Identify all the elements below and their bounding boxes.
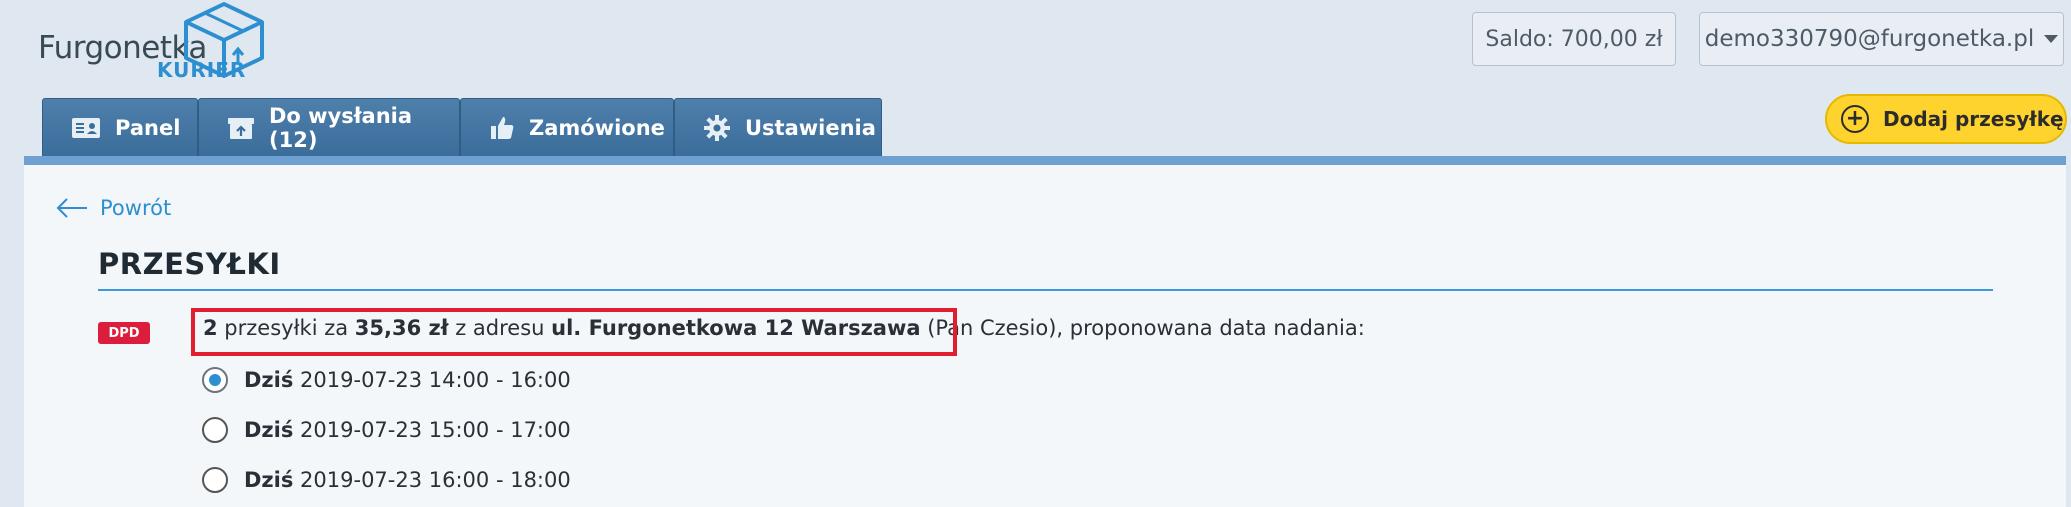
- tab-do-wyslania-label: Do wysłania (12): [269, 103, 413, 152]
- radio-button[interactable]: [202, 367, 228, 393]
- account-email: demo330790@furgonetka.pl: [1704, 26, 2035, 52]
- shipment-address: ul. Furgonetkowa 12 Warszawa: [551, 316, 921, 340]
- tab-panel-label: Panel: [115, 115, 181, 140]
- slot-time: 2019-07-23 14:00 - 16:00: [300, 368, 571, 392]
- gear-icon: [704, 114, 730, 141]
- summary-text-1: przesyłki za: [217, 316, 355, 340]
- tab-panel[interactable]: Panel: [42, 98, 198, 156]
- tab-zamowione-label: Zamówione: [529, 115, 665, 140]
- id-card-icon: [72, 117, 100, 138]
- slot-day: Dziś: [244, 418, 294, 442]
- main-nav-tabs: Panel Do wysłania (12) Zamówione Ustawie…: [42, 98, 882, 156]
- carrier-badge: DPD: [98, 322, 150, 344]
- summary-text-3: , proponowana data nadania:: [1056, 316, 1365, 340]
- tab-ustawienia-label: Ustawienia: [745, 115, 876, 140]
- pickup-slot-option[interactable]: Dziś 2019-07-23 16:00 - 18:00: [202, 467, 571, 493]
- pickup-slot-option[interactable]: Dziś 2019-07-23 14:00 - 16:00: [202, 367, 571, 393]
- box-logo-icon: [184, 2, 264, 78]
- back-link[interactable]: Powrót: [56, 196, 171, 220]
- pickup-slot-option[interactable]: Dziś 2019-07-23 15:00 - 17:00: [202, 417, 571, 443]
- page-title: PRZESYŁKI: [98, 247, 281, 281]
- add-shipment-button[interactable]: + Dodaj przesyłkę: [1825, 94, 2067, 144]
- radio-button[interactable]: [202, 467, 228, 493]
- tab-zamowione[interactable]: Zamówione: [460, 98, 674, 156]
- balance-display[interactable]: Saldo: 700,00 zł: [1472, 12, 1676, 66]
- furgonetka-logo[interactable]: Furgonetka KURIER: [38, 0, 268, 86]
- thumbs-up-icon: [491, 116, 514, 139]
- summary-text-2: z adresu: [448, 316, 552, 340]
- arrow-left-icon: [56, 198, 87, 218]
- slot-time: 2019-07-23 16:00 - 18:00: [300, 468, 571, 492]
- back-label: Powrót: [100, 196, 172, 220]
- shipment-count: 2: [203, 316, 218, 340]
- upload-box-icon: [228, 117, 254, 139]
- caret-down-icon: [2044, 35, 2059, 43]
- slot-day: Dziś: [244, 368, 294, 392]
- slot-time: 2019-07-23 15:00 - 17:00: [300, 418, 571, 442]
- tab-do-wyslania[interactable]: Do wysłania (12): [198, 98, 460, 156]
- tab-ustawienia[interactable]: Ustawienia: [674, 98, 882, 156]
- add-shipment-label: Dodaj przesyłkę: [1883, 107, 2064, 131]
- shipment-price: 35,36 zł: [354, 316, 449, 340]
- title-divider: [98, 289, 1993, 291]
- radio-button[interactable]: [202, 417, 228, 443]
- shipment-sender: (Pan Czesio): [920, 316, 1057, 340]
- account-dropdown[interactable]: demo330790@furgonetka.pl: [1699, 12, 2064, 66]
- plus-circle-icon: +: [1841, 105, 1869, 133]
- content-top-stripe: [24, 156, 2066, 165]
- slot-day: Dziś: [244, 468, 294, 492]
- shipment-summary: 2 przesyłki za 35,36 zł z adresu ul. Fur…: [203, 316, 1365, 340]
